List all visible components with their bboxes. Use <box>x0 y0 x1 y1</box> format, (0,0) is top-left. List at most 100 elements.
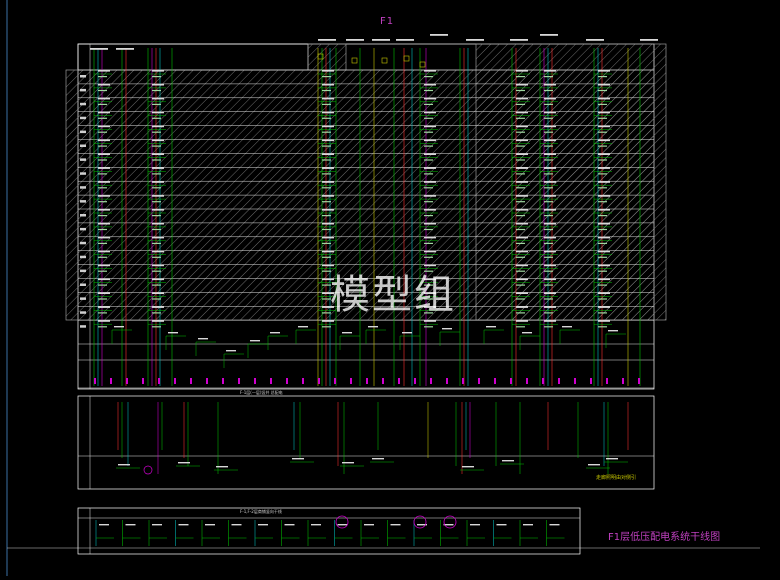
bottom-label <box>337 524 348 526</box>
floor-number-mark <box>80 311 86 314</box>
meter-box <box>403 55 410 62</box>
circuit-label <box>152 264 164 267</box>
circuit-label <box>424 173 433 175</box>
circuit-label <box>322 256 331 258</box>
circuit-label <box>152 236 164 239</box>
circuit-label <box>544 70 556 72</box>
floor-number-mark <box>80 269 86 273</box>
drawing-title: F1 <box>380 16 395 27</box>
circuit-label <box>98 76 107 78</box>
circuit-label <box>598 111 610 114</box>
circuit-label <box>544 278 556 281</box>
circuit-label <box>516 153 528 155</box>
circuit-label <box>516 209 528 211</box>
circuit-label <box>516 298 525 300</box>
circuit-label <box>598 306 610 308</box>
circuit-label <box>152 89 161 92</box>
terminal-mark <box>350 378 352 384</box>
circuit-label <box>516 131 525 133</box>
meter-box <box>351 57 358 64</box>
circuit-label <box>516 264 528 267</box>
circuit-label <box>598 284 607 286</box>
header-label <box>90 48 108 50</box>
circuit-label <box>544 209 556 211</box>
circuit-label <box>424 167 436 169</box>
terminal-mark <box>590 378 592 384</box>
circuit-label <box>424 83 436 86</box>
circuit-label <box>516 117 525 119</box>
circuit-label <box>98 306 110 308</box>
terminal-mark <box>398 378 400 384</box>
terminal-mark <box>542 378 544 384</box>
circuit-label <box>598 264 610 267</box>
circuit-label <box>424 209 436 211</box>
circuit-label <box>424 236 436 239</box>
circuit-label <box>98 117 107 119</box>
terminal-mark <box>574 378 576 384</box>
lower-section-label: F-1层(一层)竖井 总配电 <box>240 390 283 395</box>
branch-label <box>198 338 208 340</box>
terminal-mark <box>206 378 208 384</box>
circuit-label <box>424 111 436 114</box>
terminal-mark <box>478 378 480 384</box>
circuit-label <box>152 278 164 281</box>
circuit-label <box>322 173 331 175</box>
circuit-label <box>516 326 525 328</box>
header-label <box>540 34 558 36</box>
circle-marker <box>143 465 153 475</box>
meter-box <box>419 61 426 68</box>
lower-label <box>342 462 354 464</box>
terminal-mark <box>254 378 256 384</box>
circuit-label <box>322 215 331 217</box>
circuit-label <box>544 111 556 114</box>
floor-number-mark <box>80 255 86 259</box>
circuit-label <box>424 242 433 244</box>
terminal-mark <box>270 378 272 384</box>
circuit-label <box>98 89 107 92</box>
circuit-label <box>152 284 161 286</box>
circuit-label <box>544 222 556 225</box>
circuit-label <box>152 103 161 105</box>
floor-number-mark <box>80 297 86 300</box>
circuit-label <box>516 173 525 175</box>
terminal-mark <box>366 378 368 384</box>
circuit-label <box>424 89 433 92</box>
terminal-mark <box>510 378 512 384</box>
meter-box <box>381 57 388 64</box>
circuit-label <box>98 181 110 183</box>
lower-label <box>372 458 384 460</box>
terminal-mark <box>462 378 464 384</box>
circuit-label <box>516 89 525 92</box>
circuit-label <box>98 284 107 286</box>
terminal-mark <box>126 378 128 384</box>
circuit-label <box>516 306 528 308</box>
bottom-label <box>152 524 162 526</box>
branch-label <box>442 328 452 330</box>
circuit-label <box>322 125 334 128</box>
bottom-label <box>496 524 507 526</box>
circuit-label <box>152 97 164 100</box>
circuit-label <box>544 326 553 328</box>
circuit-label <box>152 256 161 258</box>
circuit-label <box>598 117 607 119</box>
circuit-label <box>598 215 607 217</box>
circuit-label <box>544 270 553 272</box>
branch-label <box>342 332 352 334</box>
circuit-label <box>152 242 161 244</box>
circuit-label <box>152 131 161 133</box>
circuit-label <box>98 250 110 253</box>
lower-label <box>606 458 618 460</box>
circuit-label <box>598 167 610 169</box>
circuit-label <box>544 236 556 239</box>
header-label <box>116 48 134 50</box>
circuit-label <box>544 187 553 189</box>
circuit-label <box>424 326 433 328</box>
terminal-mark <box>142 378 144 384</box>
terminal-mark <box>430 378 432 384</box>
circuit-label <box>544 131 553 133</box>
circuit-label <box>516 139 528 142</box>
circuit-label <box>516 167 528 169</box>
circuit-label <box>152 201 161 203</box>
circuit-label <box>544 242 553 244</box>
header-label <box>466 39 484 41</box>
